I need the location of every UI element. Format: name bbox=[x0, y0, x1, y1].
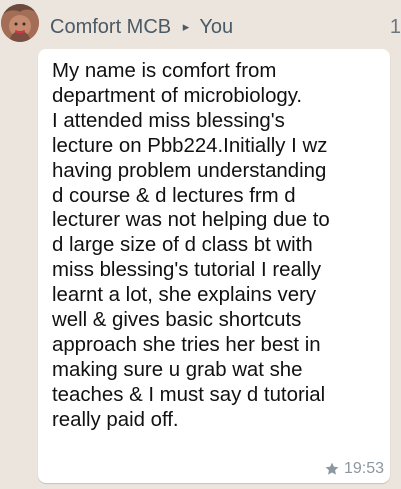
sender-line: Comfort MCB ▸ You bbox=[50, 15, 233, 41]
avatar-image bbox=[1, 4, 39, 42]
message-bubble[interactable]: My name is comfort from department of mi… bbox=[38, 49, 390, 483]
message-meta: 19:53 bbox=[324, 460, 384, 478]
message-header: Comfort MCB ▸ You 1 bbox=[0, 0, 401, 52]
message-text: My name is comfort from department of mi… bbox=[52, 60, 330, 431]
corner-number: 1 bbox=[389, 16, 401, 38]
sender-avatar[interactable] bbox=[1, 4, 39, 42]
message-time: 19:53 bbox=[343, 460, 384, 477]
sender-name[interactable]: Comfort MCB bbox=[50, 16, 171, 38]
recipient-name: You bbox=[199, 16, 234, 38]
star-icon bbox=[325, 462, 339, 475]
reply-arrow-icon: ▸ bbox=[182, 19, 190, 34]
